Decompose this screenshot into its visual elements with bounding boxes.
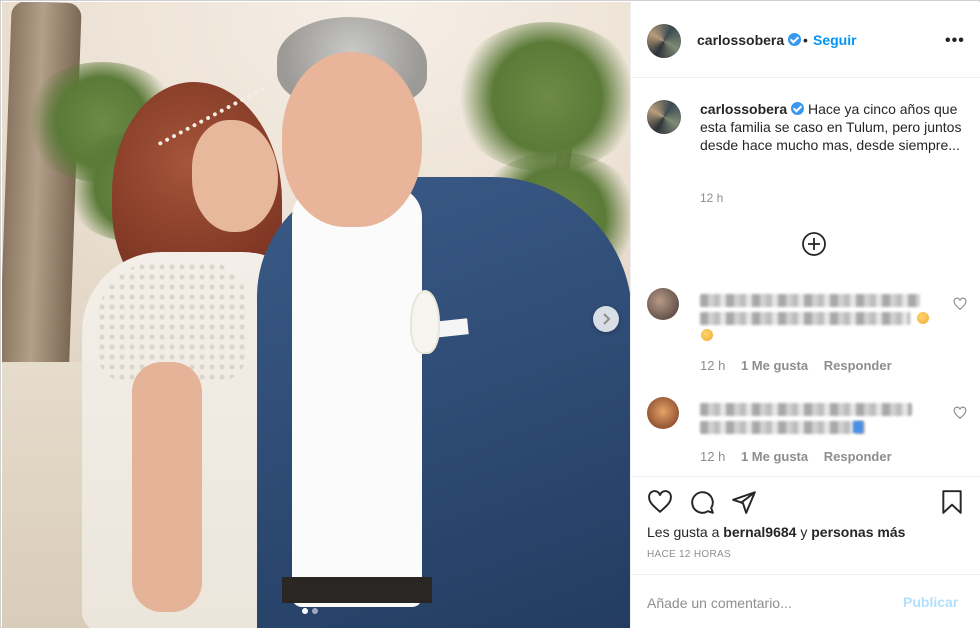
- comment-input[interactable]: [647, 592, 887, 614]
- reply-button[interactable]: Responder: [824, 358, 892, 373]
- commenter-avatar[interactable]: [647, 288, 679, 320]
- comment-likes[interactable]: 1 Me gusta: [741, 358, 808, 373]
- caption-text: carlossobera Hace ya cinco años que esta…: [700, 100, 970, 154]
- plus-circle-icon[interactable]: [801, 231, 827, 257]
- verified-badge-icon: [788, 33, 802, 46]
- bride-arm: [132, 362, 202, 612]
- carousel-dot-active: [302, 608, 308, 614]
- emoji-icon: [917, 312, 929, 324]
- likes-others[interactable]: personas más: [811, 524, 905, 540]
- likes-prefix: Les gusta a: [647, 524, 724, 540]
- comment-text-blurred: [700, 312, 910, 325]
- comment-text-blurred: [700, 294, 920, 307]
- post-photo[interactable]: [2, 2, 630, 628]
- emoji-icon: [701, 329, 713, 341]
- carousel-next-button[interactable]: [593, 306, 619, 332]
- publish-button[interactable]: Publicar: [903, 594, 958, 610]
- post-actions: Les gusta a bernal9684 y personas más HA…: [631, 476, 980, 574]
- caption-time[interactable]: 12 h: [700, 191, 723, 205]
- carousel-dot: [312, 608, 318, 614]
- comment-meta: 12 h 1 Me gusta Responder: [700, 449, 892, 464]
- heart-icon[interactable]: [647, 489, 673, 515]
- comment-time[interactable]: 12 h: [700, 358, 725, 373]
- follow-button[interactable]: Seguir: [813, 32, 857, 48]
- more-options-icon[interactable]: •••: [945, 32, 965, 50]
- groom-belt: [282, 577, 432, 603]
- comment-likes[interactable]: 1 Me gusta: [741, 449, 808, 464]
- groom-shirt: [292, 187, 422, 607]
- share-icon[interactable]: [731, 489, 757, 515]
- separator-dot: •: [803, 32, 808, 48]
- post-time-ago[interactable]: HACE 12 HORAS: [647, 549, 731, 560]
- comment-like-heart-icon[interactable]: [953, 297, 967, 311]
- comment-meta: 12 h 1 Me gusta Responder: [700, 358, 892, 373]
- chevron-right-icon: [603, 313, 611, 325]
- carousel-indicator: [302, 608, 318, 614]
- verified-badge-icon: [791, 102, 805, 115]
- likes-user[interactable]: bernal9684: [723, 524, 796, 540]
- caption-avatar[interactable]: [647, 100, 681, 134]
- bookmark-icon[interactable]: [939, 489, 965, 515]
- comment-time[interactable]: 12 h: [700, 449, 725, 464]
- author-avatar[interactable]: [647, 24, 681, 58]
- author-username[interactable]: carlossobera: [697, 32, 802, 48]
- post-side-panel: carlossobera • Seguir ••• carlossobera H…: [630, 2, 980, 628]
- reply-button[interactable]: Responder: [824, 449, 892, 464]
- comment-item: 12 h 1 Me gusta Responder: [647, 288, 980, 373]
- likes-summary: Les gusta a bernal9684 y personas más: [647, 524, 905, 540]
- blurred-blue-fragment: [853, 421, 863, 433]
- likes-mid: y: [796, 524, 812, 540]
- commenter-avatar[interactable]: [647, 397, 679, 429]
- comment-like-heart-icon[interactable]: [953, 406, 967, 420]
- comment-icon[interactable]: [689, 489, 715, 515]
- caption-username[interactable]: carlossobera: [700, 101, 787, 117]
- comment-text-blurred: [700, 421, 865, 434]
- comment-item: 12 h 1 Me gusta Responder: [647, 397, 980, 467]
- palm-foliage-right: [452, 22, 630, 172]
- comment-text-blurred: [700, 403, 912, 416]
- bride-face: [192, 120, 278, 232]
- boutonniere: [412, 292, 438, 352]
- instagram-post-window: carlossobera • Seguir ••• carlossobera H…: [0, 0, 980, 628]
- groom-face: [282, 52, 422, 227]
- post-header: carlossobera • Seguir •••: [631, 2, 980, 78]
- comment-bar: Publicar: [631, 574, 980, 628]
